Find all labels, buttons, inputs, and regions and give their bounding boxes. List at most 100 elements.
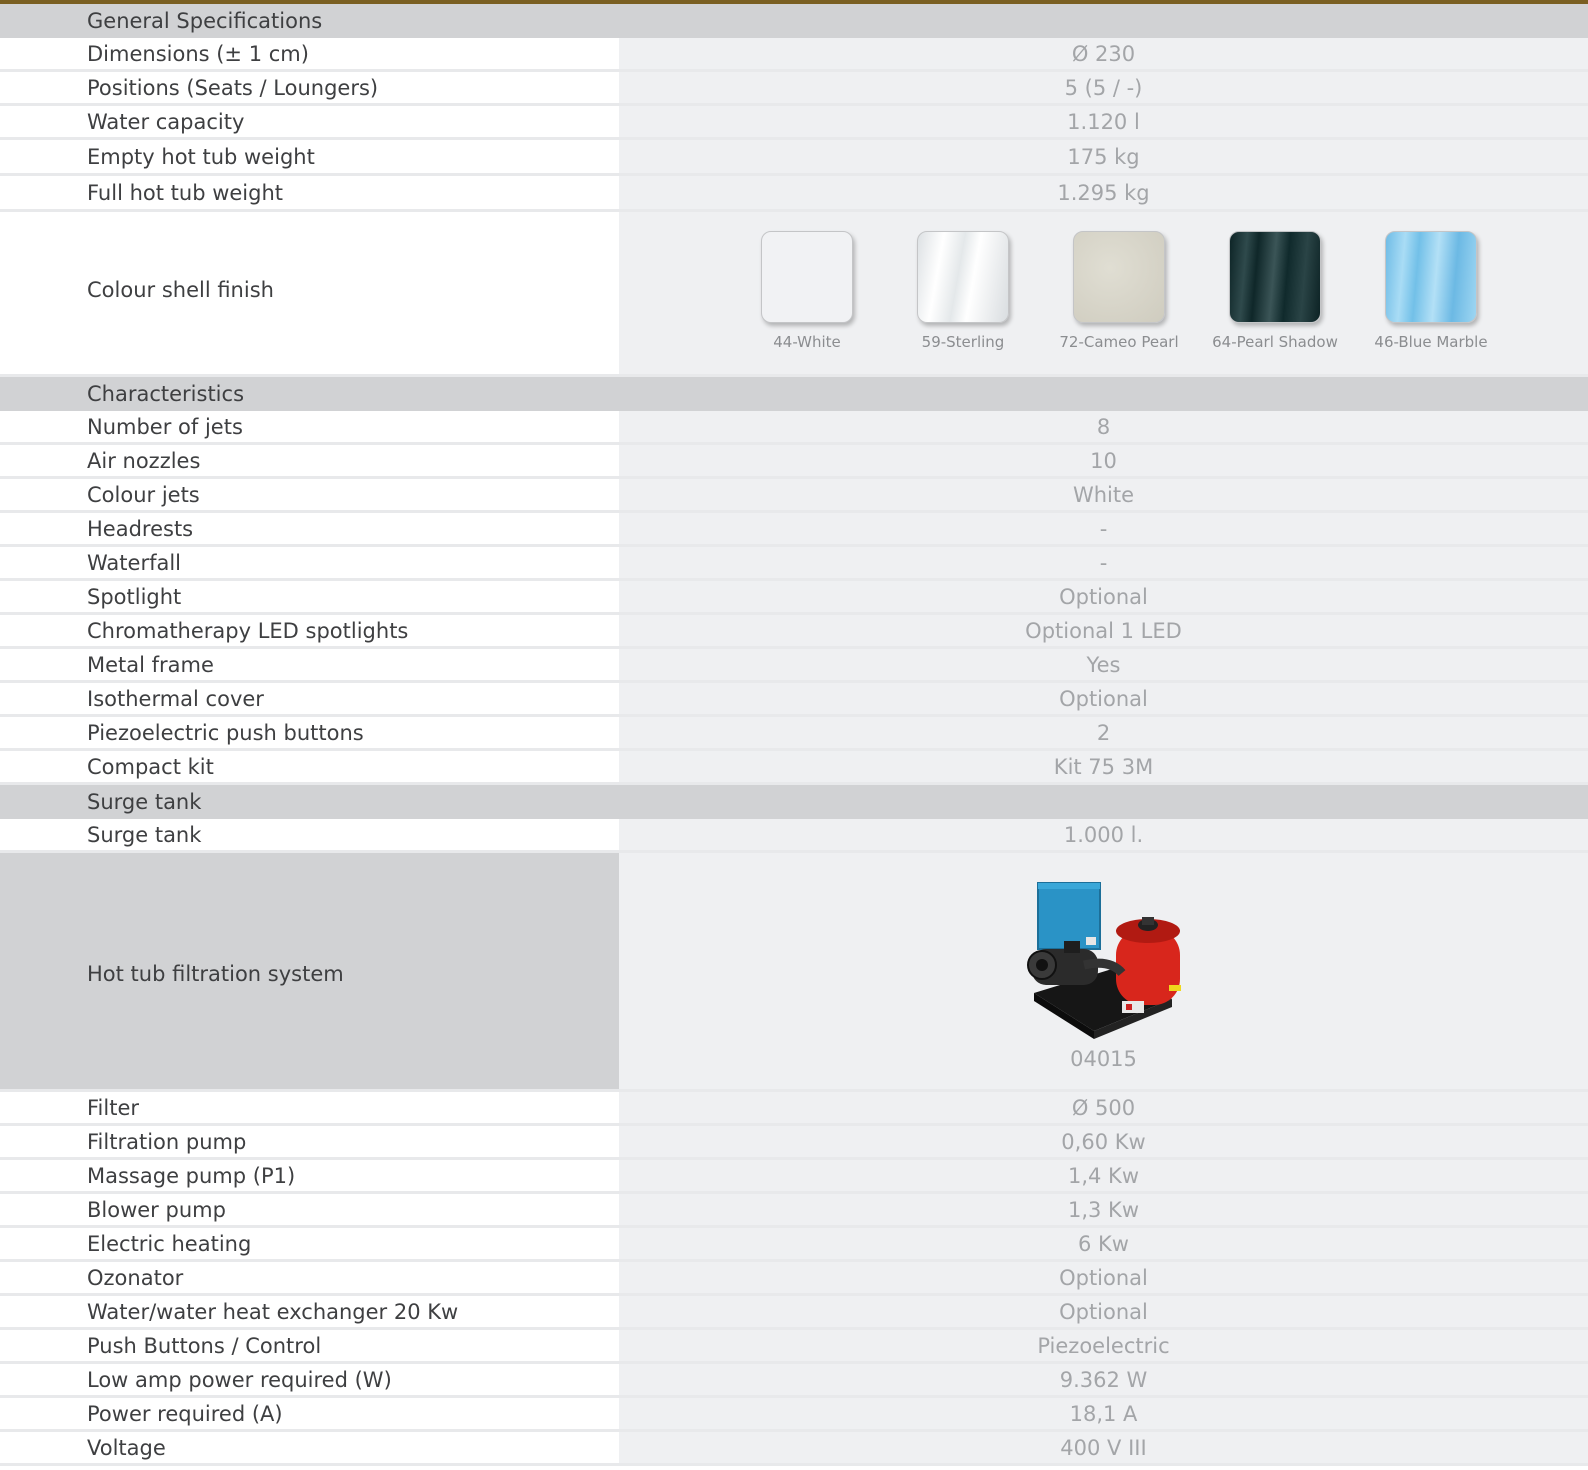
- spec-value: 1,3 Kw: [619, 1194, 1588, 1225]
- spec-row: Full hot tub weight 1.295 kg: [0, 176, 1588, 212]
- spec-label: Chromatherapy LED spotlights: [0, 615, 619, 646]
- spec-label: Full hot tub weight: [0, 176, 619, 209]
- spec-label: Number of jets: [0, 411, 619, 442]
- spec-label: Dimensions (± 1 cm): [0, 38, 619, 69]
- spec-value: 10: [619, 445, 1588, 476]
- spec-label: Headrests: [0, 513, 619, 544]
- spec-row: Surge tank 1.000 l.: [0, 819, 1588, 853]
- spec-sheet: General Specifications Dimensions (± 1 c…: [0, 4, 1588, 1466]
- spec-label: Positions (Seats / Loungers): [0, 72, 619, 103]
- spec-label: Water capacity: [0, 106, 619, 137]
- spec-row: Compact kit Kit 75 3M: [0, 751, 1588, 785]
- swatch-color: [917, 231, 1009, 323]
- colour-shell-row: Colour shell finish 44-White 59-Sterling…: [0, 212, 1588, 377]
- spec-label: Water/water heat exchanger 20 Kw: [0, 1296, 619, 1327]
- swatch-color: [1229, 231, 1321, 323]
- spec-value: 1.120 l: [619, 106, 1588, 137]
- spec-label: Filtration pump: [0, 1126, 619, 1157]
- spec-label: Colour jets: [0, 479, 619, 510]
- spec-label: Low amp power required (W): [0, 1364, 619, 1395]
- spec-value: Optional: [619, 683, 1588, 714]
- swatch-cameo-pearl: 72-Cameo Pearl: [1041, 231, 1197, 351]
- swatch-label: 59-Sterling: [921, 333, 1005, 351]
- spec-row: Colour jets White: [0, 479, 1588, 513]
- spec-row: Metal frame Yes: [0, 649, 1588, 683]
- spec-value: 1.000 l.: [619, 819, 1588, 850]
- spec-value: Yes: [619, 649, 1588, 680]
- spec-value: 0,60 Kw: [619, 1126, 1588, 1157]
- spec-label: Empty hot tub weight: [0, 140, 619, 173]
- spec-label: Push Buttons / Control: [0, 1330, 619, 1361]
- spec-value: Ø 500: [619, 1092, 1588, 1123]
- spec-label: Compact kit: [0, 751, 619, 782]
- spec-value: 8: [619, 411, 1588, 442]
- spec-value: White: [619, 479, 1588, 510]
- spec-value: 1.295 kg: [619, 176, 1588, 209]
- colour-swatch-panel: 44-White 59-Sterling 72-Cameo Pearl 64-P…: [619, 212, 1588, 374]
- swatch-color: [1073, 231, 1165, 323]
- section-title: Characteristics: [87, 382, 245, 406]
- spec-label: Surge tank: [0, 819, 619, 850]
- spec-value: Optional: [619, 1262, 1588, 1293]
- swatch-label: 44-White: [773, 333, 841, 351]
- spec-label: Voltage: [0, 1432, 619, 1463]
- spec-value: 9.362 W: [619, 1364, 1588, 1395]
- spec-label: Spotlight: [0, 581, 619, 612]
- spec-label: Massage pump (P1): [0, 1160, 619, 1191]
- spec-value: -: [619, 513, 1588, 544]
- spec-row: Blower pump 1,3 Kw: [0, 1194, 1588, 1228]
- filtration-panel: 04015: [619, 853, 1588, 1089]
- spec-value: Piezoelectric: [619, 1330, 1588, 1361]
- spec-row: Piezoelectric push buttons 2: [0, 717, 1588, 751]
- swatch-blue-marble: 46-Blue Marble: [1353, 231, 1509, 351]
- spec-value: Optional: [619, 581, 1588, 612]
- spec-row: Filter Ø 500: [0, 1092, 1588, 1126]
- spec-label: Waterfall: [0, 547, 619, 578]
- spec-label: Piezoelectric push buttons: [0, 717, 619, 748]
- swatch-pearl-shadow: 64-Pearl Shadow: [1197, 231, 1353, 351]
- spec-label: Hot tub filtration system: [0, 853, 619, 1089]
- spec-value: 1,4 Kw: [619, 1160, 1588, 1191]
- spec-value: Ø 230: [619, 38, 1588, 69]
- swatch-label: 46-Blue Marble: [1374, 333, 1488, 351]
- spec-value: 18,1 A: [619, 1398, 1588, 1429]
- section-title: Surge tank: [87, 790, 202, 814]
- spec-row: Massage pump (P1) 1,4 Kw: [0, 1160, 1588, 1194]
- swatch-color: [761, 231, 853, 323]
- swatch-label: 64-Pearl Shadow: [1212, 333, 1338, 351]
- spec-value: 400 V III: [619, 1432, 1588, 1463]
- spec-value: 175 kg: [619, 140, 1588, 173]
- spec-row: Waterfall -: [0, 547, 1588, 581]
- swatch-label: 72-Cameo Pearl: [1059, 333, 1179, 351]
- spec-value: Optional: [619, 1296, 1588, 1327]
- spec-value: Optional 1 LED: [619, 615, 1588, 646]
- spec-row: Voltage 400 V III: [0, 1432, 1588, 1466]
- spec-label: Colour shell finish: [0, 212, 619, 374]
- spec-label: Blower pump: [0, 1194, 619, 1225]
- spec-row: Spotlight Optional: [0, 581, 1588, 615]
- spec-label: Filter: [0, 1092, 619, 1123]
- spec-row: Dimensions (± 1 cm) Ø 230: [0, 38, 1588, 72]
- spec-row: Headrests -: [0, 513, 1588, 547]
- spec-label: Electric heating: [0, 1228, 619, 1259]
- spec-row: Empty hot tub weight 175 kg: [0, 140, 1588, 176]
- spec-row: Filtration pump 0,60 Kw: [0, 1126, 1588, 1160]
- spec-row: Chromatherapy LED spotlights Optional 1 …: [0, 615, 1588, 649]
- spec-row: Water/water heat exchanger 20 Kw Optiona…: [0, 1296, 1588, 1330]
- spec-value: -: [619, 547, 1588, 578]
- spec-row: Push Buttons / Control Piezoelectric: [0, 1330, 1588, 1364]
- section-header-surge-tank: Surge tank: [0, 785, 1588, 819]
- spec-value: 2: [619, 717, 1588, 748]
- spec-row: Electric heating 6 Kw: [0, 1228, 1588, 1262]
- spec-label: Metal frame: [0, 649, 619, 680]
- spec-row: Ozonator Optional: [0, 1262, 1588, 1296]
- spec-label: Air nozzles: [0, 445, 619, 476]
- filtration-system-row: Hot tub filtration system 04015: [0, 853, 1588, 1092]
- spec-row: Number of jets 8: [0, 411, 1588, 445]
- spec-label: Power required (A): [0, 1398, 619, 1429]
- section-header-general: General Specifications: [0, 4, 1588, 38]
- spec-row: Air nozzles 10: [0, 445, 1588, 479]
- filtration-code: 04015: [1070, 1047, 1137, 1071]
- spec-row: Isothermal cover Optional: [0, 683, 1588, 717]
- spec-row: Power required (A) 18,1 A: [0, 1398, 1588, 1432]
